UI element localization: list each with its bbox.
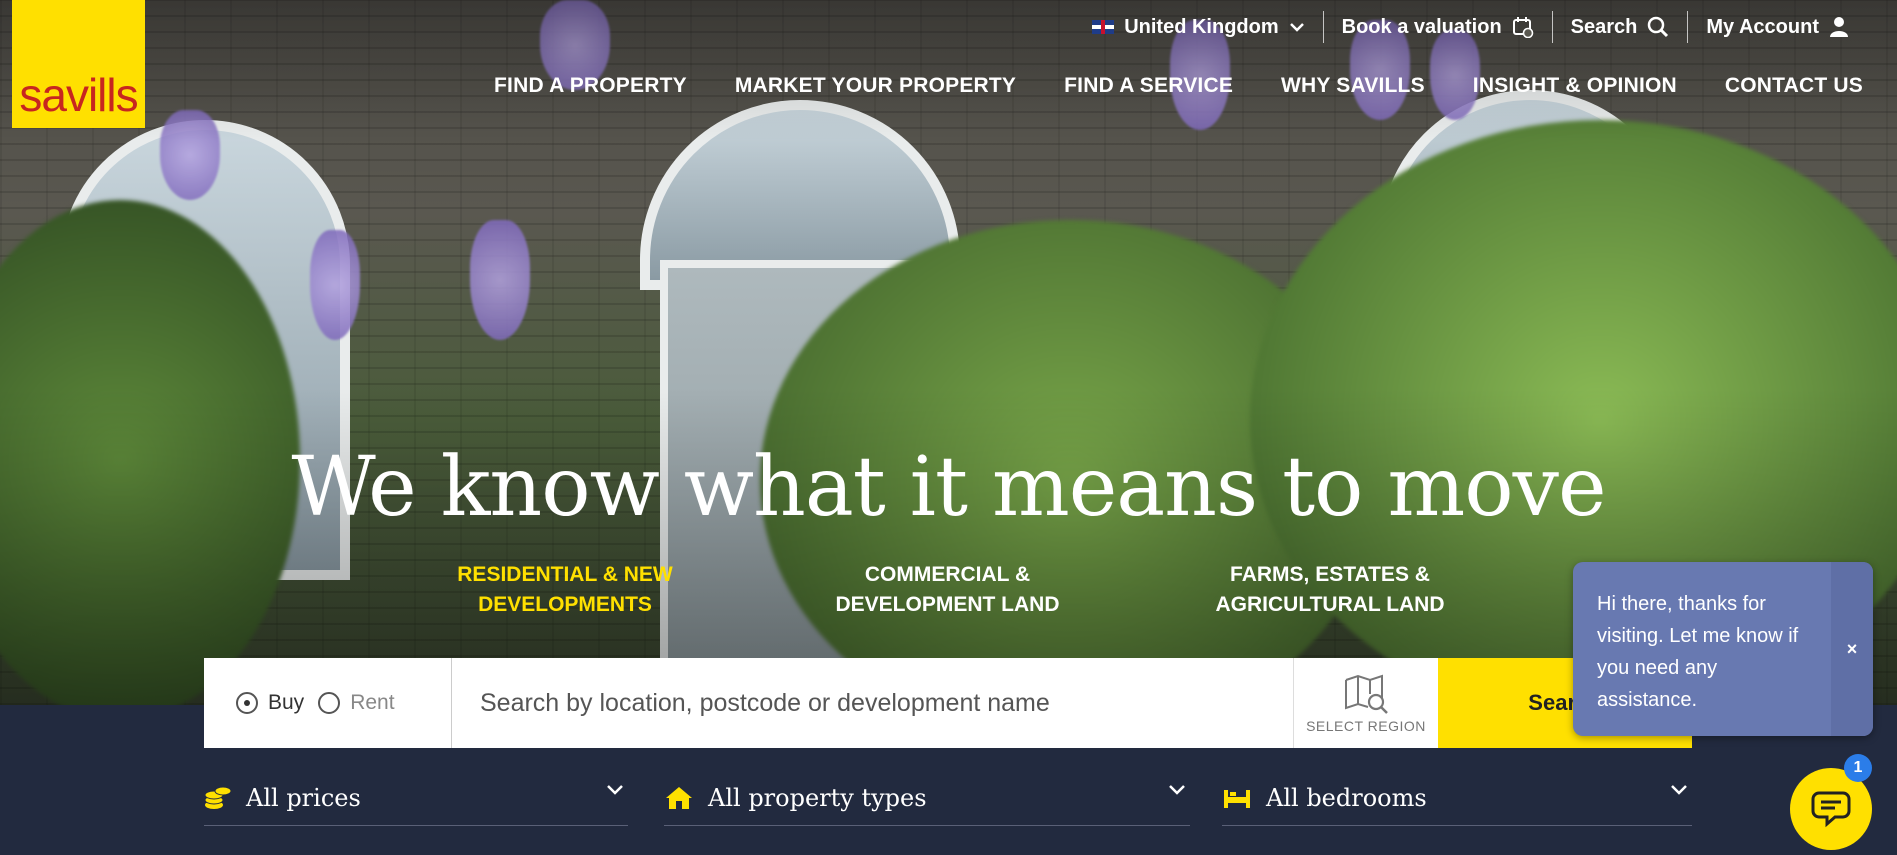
savills-logo[interactable]: savills xyxy=(12,0,145,128)
chat-greeting-popup[interactable]: Hi there, thanks for visiting. Let me kn… xyxy=(1573,562,1873,736)
chevron-down-icon xyxy=(1289,23,1304,32)
buy-radio[interactable]: Buy xyxy=(236,691,304,715)
tab-line: AGRICULTURAL LAND xyxy=(1215,593,1445,616)
tab-line: DEVELOPMENTS xyxy=(478,593,652,616)
chat-notification-badge: 1 xyxy=(1844,754,1872,782)
close-icon: × xyxy=(1846,638,1858,659)
select-region-button[interactable]: SELECT REGION xyxy=(1293,658,1438,748)
radio-circle-icon xyxy=(318,692,341,714)
buy-label: Buy xyxy=(268,691,305,714)
utility-nav: United Kingdom Book a valuation Search M… xyxy=(1074,10,1867,44)
country-selector[interactable]: United Kingdom xyxy=(1074,10,1322,44)
chevron-down-icon xyxy=(607,785,623,795)
logo-text: savills xyxy=(19,69,138,121)
valuation-label: Book a valuation xyxy=(1341,15,1502,38)
bed-icon xyxy=(1224,789,1250,808)
user-icon xyxy=(1830,17,1848,37)
tab-residential[interactable]: RESIDENTIAL & NEW DEVELOPMENTS xyxy=(420,560,710,620)
property-search-bar: Buy Rent SELECT REGION Search xyxy=(204,658,1692,748)
tab-line: DEVELOPMENT LAND xyxy=(835,593,1060,616)
uk-flag-icon xyxy=(1092,20,1115,34)
location-search-input[interactable] xyxy=(452,658,1293,748)
coins-icon xyxy=(204,786,232,809)
region-label: SELECT REGION xyxy=(1306,718,1426,734)
nav-why-savills[interactable]: WHY SAVILLS xyxy=(1281,74,1425,98)
house-icon xyxy=(666,786,692,809)
main-nav: FIND A PROPERTY MARKET YOUR PROPERTY FIN… xyxy=(494,74,1863,98)
price-filter[interactable]: All prices xyxy=(204,770,628,826)
property-type-filter[interactable]: All property types xyxy=(664,770,1190,826)
hero-headline: We know what it means to move xyxy=(291,440,1607,535)
property-type-label: All property types xyxy=(708,783,927,812)
book-valuation-link[interactable]: Book a valuation xyxy=(1324,10,1552,44)
nav-find-a-property[interactable]: FIND A PROPERTY xyxy=(494,74,687,98)
calendar-icon xyxy=(1512,17,1533,38)
search-label: Search xyxy=(1570,15,1638,38)
tab-line: FARMS, ESTATES & xyxy=(1230,563,1430,586)
nav-find-a-service[interactable]: FIND A SERVICE xyxy=(1064,74,1233,98)
search-icon xyxy=(1648,16,1669,38)
tab-line: COMMERCIAL & xyxy=(864,563,1031,586)
map-search-icon xyxy=(1345,674,1388,714)
chevron-down-icon xyxy=(1169,785,1185,795)
radio-circle-icon xyxy=(236,692,258,714)
nav-contact-us[interactable]: CONTACT US xyxy=(1725,74,1863,98)
country-label: United Kingdom xyxy=(1124,15,1279,38)
chat-message: Hi there, thanks for visiting. Let me kn… xyxy=(1597,593,1799,711)
bedrooms-label: All bedrooms xyxy=(1266,783,1427,812)
tab-farms-estates[interactable]: FARMS, ESTATES & AGRICULTURAL LAND xyxy=(1185,560,1475,620)
bedrooms-filter[interactable]: All bedrooms xyxy=(1222,770,1692,826)
chevron-down-icon xyxy=(1671,785,1687,795)
chat-icon xyxy=(1811,791,1851,828)
price-filter-label: All prices xyxy=(246,783,361,812)
my-account-link[interactable]: My Account xyxy=(1688,10,1867,44)
buy-rent-selector: Buy Rent xyxy=(204,658,452,748)
tab-commercial[interactable]: COMMERCIAL & DEVELOPMENT LAND xyxy=(800,560,1095,620)
rent-radio[interactable]: Rent xyxy=(318,691,395,715)
tab-line: RESIDENTIAL & NEW xyxy=(457,563,673,586)
rent-label: Rent xyxy=(350,691,395,714)
nav-market-your-property[interactable]: MARKET YOUR PROPERTY xyxy=(735,74,1016,98)
chat-close-button[interactable]: × xyxy=(1831,562,1873,736)
account-label: My Account xyxy=(1706,15,1819,38)
nav-insight-opinion[interactable]: INSIGHT & OPINION xyxy=(1473,74,1677,98)
search-link[interactable]: Search xyxy=(1553,10,1688,44)
